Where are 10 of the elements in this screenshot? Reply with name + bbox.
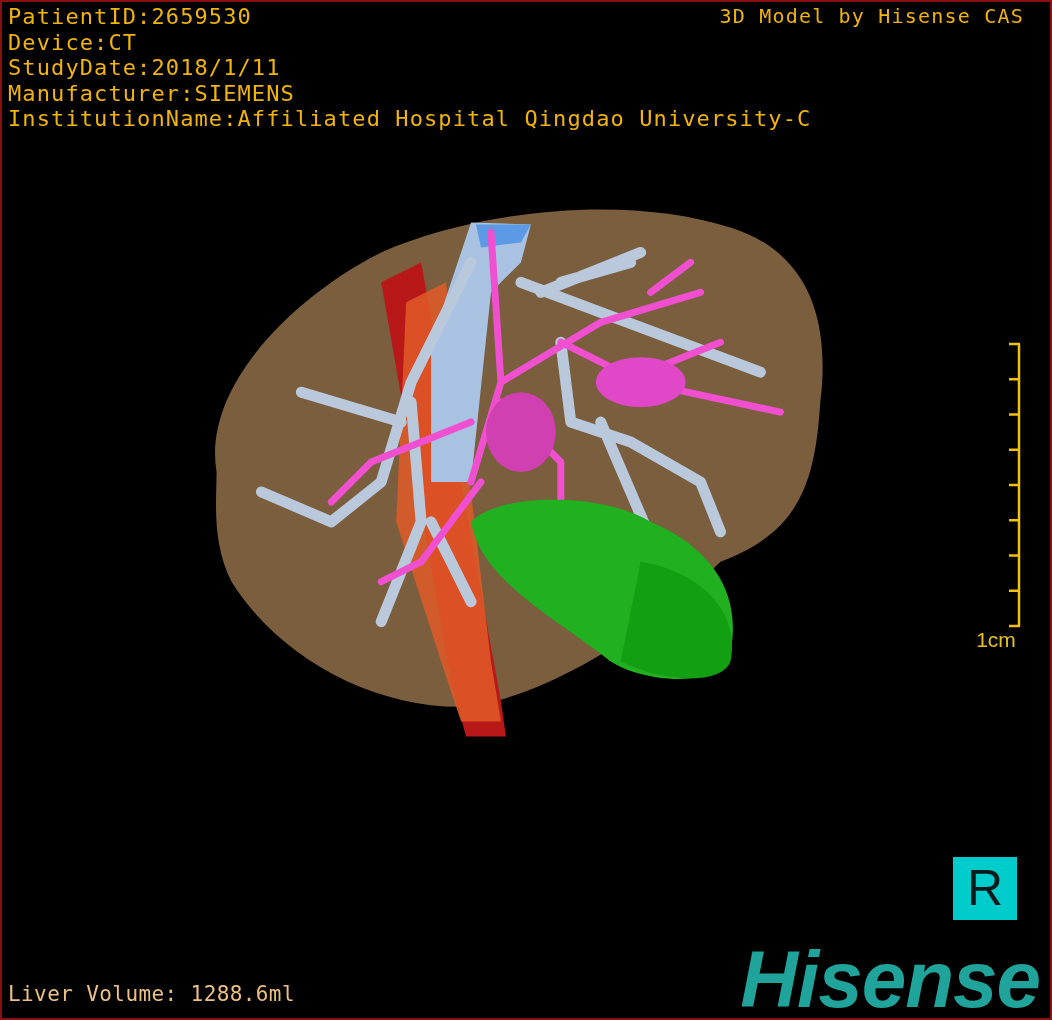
viewer-title: 3D Model by Hisense CAS xyxy=(719,4,1024,30)
orientation-badge: R xyxy=(953,857,1017,920)
brand-logo: Hisense xyxy=(740,942,1041,1018)
scale-label: 1cm xyxy=(976,627,1016,652)
study-info-line: Device:CT xyxy=(8,29,138,55)
liver-volume-text: Liver Volume: 1288.6ml xyxy=(8,982,295,1008)
study-info-line: StudyDate:2018/1/11 xyxy=(8,55,281,81)
study-info-line: Manufacturer:SIEMENS xyxy=(8,80,295,106)
study-info-line: InstitutionName:Affiliated Hospital Qingdao University-C xyxy=(8,106,812,132)
study-info-line: PatientID:2659530 xyxy=(8,4,252,30)
